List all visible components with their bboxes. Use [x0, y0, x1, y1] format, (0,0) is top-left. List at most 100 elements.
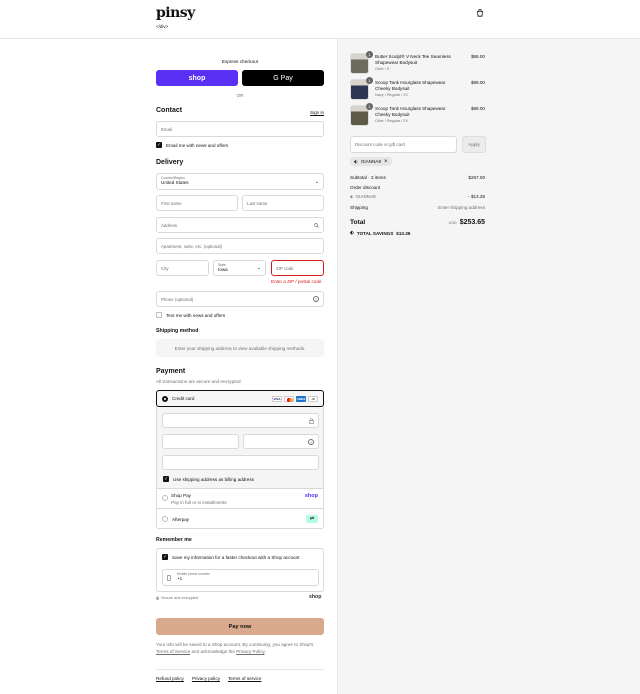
- order-line-item: 1 Butter Sculpt® V Neck Tee Seamless Shap…: [350, 51, 485, 77]
- email-field[interactable]: Email: [156, 121, 324, 137]
- or-divider: OR: [236, 93, 244, 98]
- sign-in-link[interactable]: Sign in: [310, 110, 324, 115]
- mobile-phone-field[interactable]: Mobile phone number +1: [162, 569, 319, 586]
- disclaimer-period: .: [264, 649, 266, 654]
- checkbox-checked-icon[interactable]: ✓: [162, 554, 168, 560]
- checkbox-unchecked-icon[interactable]: [156, 312, 162, 318]
- shipping-method-note: Enter your shipping address to view avai…: [156, 339, 324, 357]
- order-summary: 1 Butter Sculpt® V Neck Tee Seamless Shap…: [337, 39, 640, 694]
- card-brands: VISA AMEX +5: [272, 396, 318, 402]
- afterpay-label: Afterpay: [172, 516, 190, 522]
- footer-links: Refund policy Privacy policy Terms of se…: [156, 676, 261, 681]
- refund-policy-link[interactable]: Refund policy: [156, 676, 184, 681]
- shopping-bag-icon[interactable]: [476, 9, 484, 17]
- order-line-item: 1 Scoop Tank Hourglass Shapewear Cheeky B…: [350, 103, 485, 129]
- email-news-option[interactable]: ✓ Email me with news and offers: [156, 142, 228, 148]
- radio-unselected-icon[interactable]: [162, 516, 168, 522]
- shop-pay-button[interactable]: shop: [156, 70, 238, 86]
- product-variant: Olive / Regular / 2X: [375, 119, 408, 123]
- text-news-label: Text me with news and offers: [166, 312, 226, 318]
- city-field[interactable]: City: [156, 260, 209, 276]
- privacy-policy-link[interactable]: Privacy Policy: [236, 649, 264, 654]
- chevron-down-icon: ⌄: [314, 179, 319, 185]
- product-variant: Navy / Regular / 2X: [375, 93, 408, 97]
- country-value: United States: [161, 180, 189, 185]
- discount-code-field[interactable]: Discount code or gift card: [350, 136, 457, 153]
- state-value: Iowa: [218, 267, 228, 272]
- country-select[interactable]: Country/Region United States ⌄: [156, 173, 324, 190]
- shipping-value: Enter shipping address: [438, 205, 485, 210]
- secure-encrypted-note: Secure and encrypted: [156, 596, 198, 600]
- name-on-card-field[interactable]: [162, 455, 319, 470]
- card-number-field[interactable]: [162, 413, 319, 428]
- apply-discount-button[interactable]: Apply: [462, 136, 486, 153]
- checkbox-checked-icon[interactable]: ✓: [156, 142, 162, 148]
- express-checkout-label: Express checkout: [221, 59, 259, 64]
- shipping-label: Shipping: [350, 205, 368, 210]
- apartment-field[interactable]: Apartment, suite, etc. (optional): [156, 238, 324, 254]
- tag-icon: ⬖: [354, 158, 358, 165]
- zip-field[interactable]: ZIP code: [271, 260, 324, 276]
- text-news-option[interactable]: Text me with news and offers: [156, 312, 225, 318]
- mastercard-icon: [284, 396, 294, 402]
- discount-code-label: GIANNA8: [355, 194, 376, 199]
- afterpay-option[interactable]: Afterpay ⇄: [157, 508, 323, 529]
- billing-same-option[interactable]: ✓ Use shipping address as billing addres…: [163, 476, 254, 482]
- disclaimer-text-2: and acknowledge the: [191, 649, 235, 654]
- radio-selected-icon[interactable]: [162, 395, 168, 402]
- discount-code-applied: ⬖ GIANNA8: [350, 194, 376, 200]
- state-select[interactable]: State Iowa ⌄: [213, 260, 266, 276]
- subtotal-row: Subtotal · 3 items $267.00: [350, 175, 485, 180]
- expiration-date-field[interactable]: [162, 434, 239, 449]
- first-name-field[interactable]: First name: [156, 195, 238, 211]
- checkbox-checked-icon[interactable]: ✓: [163, 476, 169, 482]
- shop-pay-logo: shop: [304, 493, 318, 499]
- header: pinsy </div>: [0, 0, 640, 39]
- brand-logo[interactable]: pinsy: [156, 5, 195, 21]
- disclaimer-text-1: Your info will be saved to a Shop accoun…: [156, 642, 314, 647]
- phone-field[interactable]: Phone (optional) ?: [156, 291, 324, 307]
- tag-icon: ⬖: [350, 194, 354, 199]
- help-icon[interactable]: ?: [308, 439, 314, 445]
- mobile-phone-icon: [167, 575, 171, 581]
- card-form: ? ✓ Use shipping address as billing addr…: [157, 407, 323, 488]
- amex-icon: AMEX: [296, 396, 306, 402]
- credit-card-option[interactable]: Credit card VISA AMEX +5: [156, 390, 324, 407]
- total-row: Total USD $253.65: [350, 219, 485, 226]
- last-name-field[interactable]: Last name: [242, 195, 324, 211]
- remove-discount-icon[interactable]: ×: [384, 159, 388, 165]
- footer-divider: [156, 669, 324, 670]
- subtotal-label: Subtotal · 3 items: [350, 175, 386, 180]
- more-cards-badge: +5: [308, 396, 318, 402]
- radio-unselected-icon[interactable]: [162, 495, 168, 501]
- currency-label: USD: [448, 220, 457, 225]
- billing-same-label: Use shipping address as billing address: [173, 476, 254, 482]
- search-icon: [314, 223, 319, 228]
- address-field[interactable]: Address: [156, 217, 324, 233]
- remember-me-heading: Remember me: [156, 537, 192, 543]
- terms-of-service-link[interactable]: Terms of Service: [156, 649, 190, 654]
- terms-of-service-footer-link[interactable]: Terms of service: [228, 676, 261, 681]
- savings-label: TOTAL SAVINGS: [356, 230, 394, 236]
- payment-heading: Payment: [156, 368, 186, 375]
- shop-pay-option[interactable]: Shop Pay Pay in full or in installments …: [157, 488, 323, 508]
- security-code-field[interactable]: ?: [243, 434, 319, 449]
- privacy-policy-footer-link[interactable]: Privacy policy: [192, 676, 220, 681]
- email-news-label: Email me with news and offers: [166, 142, 229, 148]
- product-name: Butter Sculpt® V Neck Tee Seamless Shape…: [375, 54, 451, 65]
- save-info-option[interactable]: ✓ Save my information for a faster check…: [162, 554, 299, 560]
- credit-card-label: Credit card: [172, 396, 195, 401]
- google-pay-button[interactable]: G Pay: [242, 70, 324, 86]
- help-icon[interactable]: ?: [313, 296, 319, 302]
- lock-icon: [156, 596, 159, 600]
- discount-tag-code: GIANNA8: [360, 159, 382, 164]
- address-placeholder: Address: [161, 222, 178, 228]
- total-savings: ⬖ TOTAL SAVINGS $13.35: [350, 230, 410, 236]
- product-price: $89.00: [470, 106, 485, 111]
- pay-now-button[interactable]: Pay now: [156, 618, 324, 635]
- visa-icon: VISA: [272, 396, 282, 402]
- savings-tag-icon: ⬖: [350, 230, 354, 236]
- quantity-badge: 1: [366, 51, 373, 58]
- order-discount-label: Order discount: [350, 185, 381, 190]
- order-line-item: 1 Scoop Tank Hourglass Shapewear Cheeky B…: [350, 77, 485, 103]
